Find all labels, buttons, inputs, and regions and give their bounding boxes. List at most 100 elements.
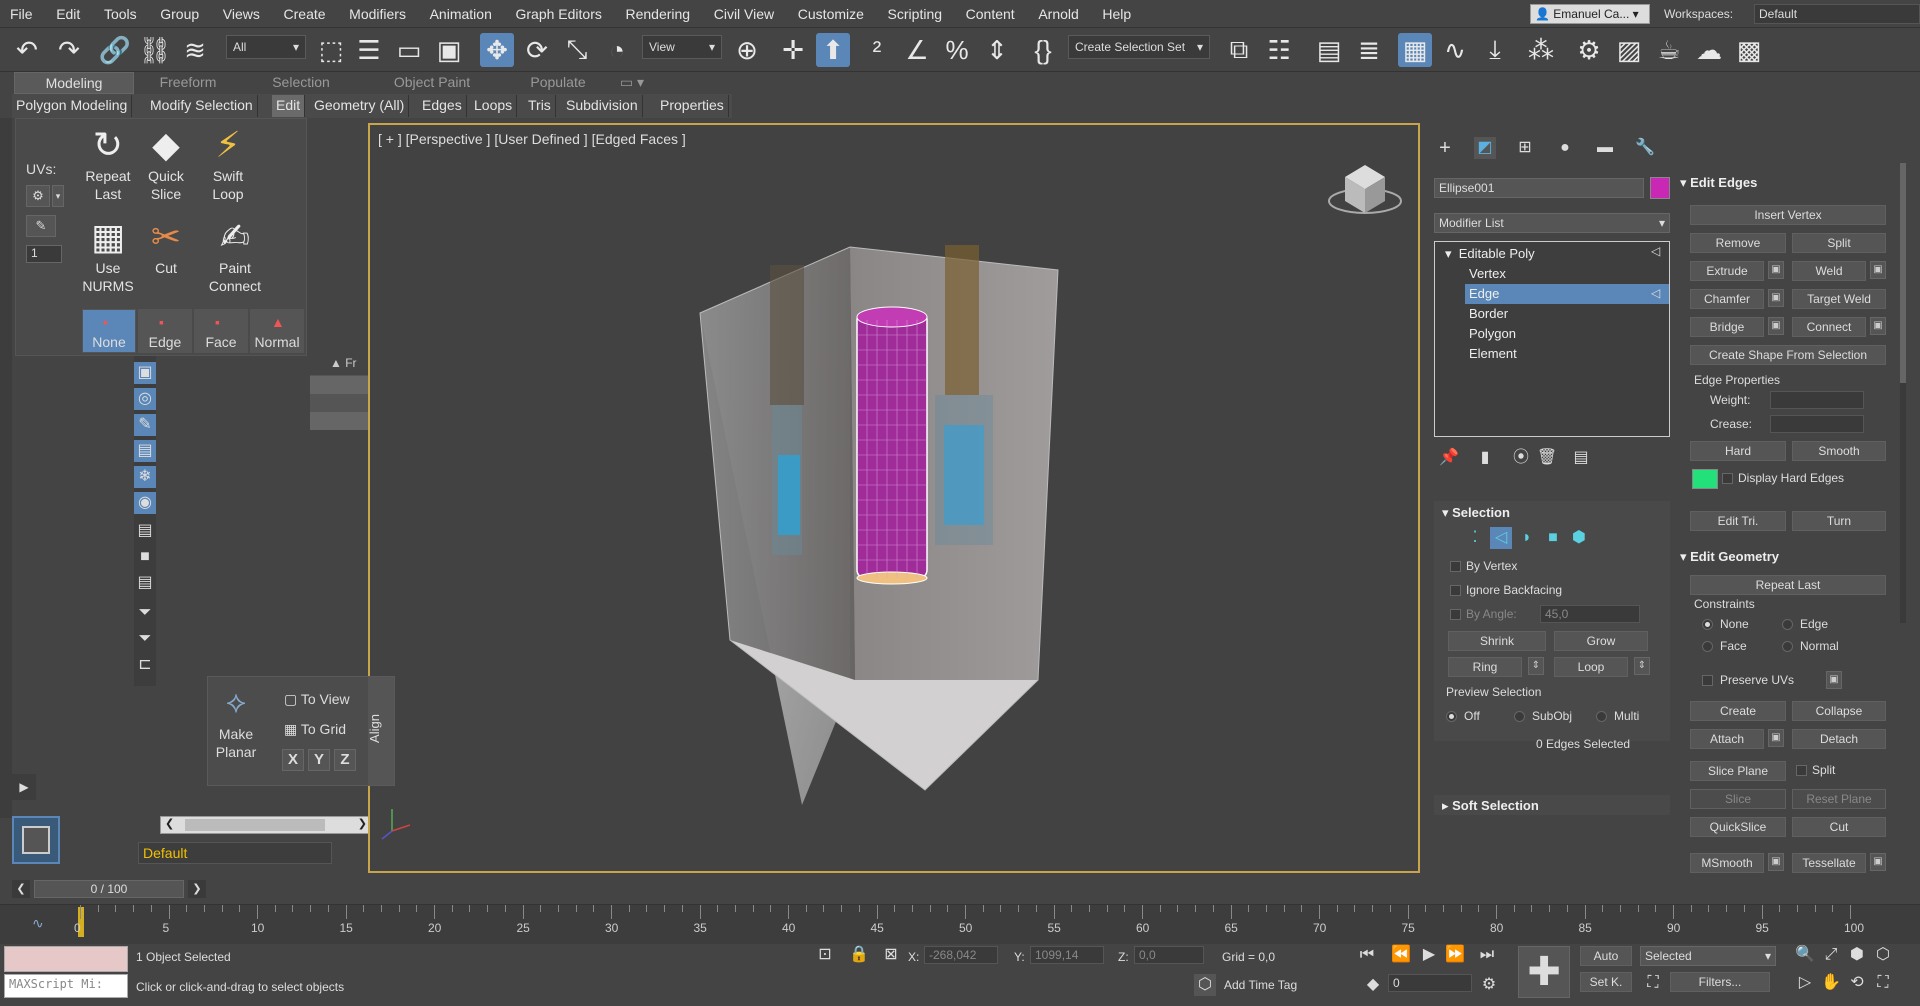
chamfer-button[interactable]: Chamfer [1690, 289, 1764, 309]
keyboard-shortcut-override-icon[interactable]: ⬆ [816, 33, 850, 67]
uv-tweak-icon[interactable]: ⚙ [26, 185, 50, 207]
align-z-button[interactable]: Z [334, 749, 356, 771]
menu-content[interactable]: Content [956, 0, 1025, 28]
weld-button[interactable]: Weld [1792, 261, 1866, 281]
utilities-tab-icon[interactable]: 🔧 [1634, 137, 1656, 159]
by-angle-checkbox[interactable] [1450, 609, 1461, 620]
select-object-icon[interactable]: ⬚ [314, 33, 348, 67]
stack-item-element[interactable]: Element [1469, 344, 1517, 364]
track-bar[interactable]: ∿ 0 5 10 15 20 25 30 35 40 45 50 55 60 65 70 75 80 85 90 95… [0, 904, 1920, 944]
scroll-right-icon[interactable]: ❯ [358, 817, 367, 830]
edit-geometry-title[interactable]: ▾ Edit Geometry [1680, 549, 1779, 565]
display-helpers-icon[interactable]: ❄ [134, 466, 156, 488]
pivot-center-icon[interactable]: ⊕ [730, 33, 764, 67]
column-header[interactable]: ▲ Fr [310, 356, 370, 376]
ribbon-toggle-icon[interactable]: ▦ [1398, 33, 1432, 67]
link-icon[interactable]: 🔗 [98, 33, 132, 67]
layer-explorer-icon[interactable]: ▤ [1312, 33, 1346, 67]
absolute-mode-icon[interactable]: ⊠ [880, 944, 902, 966]
msmooth-button[interactable]: MSmooth [1690, 853, 1764, 873]
soft-selection-rollout[interactable]: ▸ Soft Selection [1434, 795, 1670, 815]
snaps-toggle-icon[interactable]: ² [860, 33, 894, 67]
user-account-dropdown[interactable]: 👤 Emanuel Ca... ▾ [1530, 4, 1650, 24]
pin-stack-icon[interactable]: 📌 [1438, 447, 1460, 469]
stack-item-vertex[interactable]: Vertex [1469, 264, 1506, 284]
menu-views[interactable]: Views [213, 0, 270, 28]
connect-settings-icon[interactable]: ▣ [1870, 317, 1886, 335]
render-production-icon[interactable]: ☕ [1652, 33, 1686, 67]
maxscript-listener-top[interactable] [4, 946, 128, 972]
swift-loop-button[interactable]: ⚡ Swift Loop [200, 123, 256, 203]
weight-spinner[interactable] [1770, 391, 1864, 409]
curve-editor-icon[interactable]: ∿ [1438, 33, 1472, 67]
tessellate-settings-icon[interactable]: ▣ [1870, 853, 1886, 871]
uv-map-icon[interactable]: ✎ [26, 215, 56, 237]
scroll-thumb[interactable] [185, 819, 325, 831]
constraint-normal-button[interactable]: ▲ Normal [250, 309, 304, 353]
quick-slice-button[interactable]: ◆ Quick Slice [138, 123, 194, 203]
next-key-icon[interactable]: ⏩ [1444, 944, 1466, 966]
filter-icon[interactable]: ⏷ [134, 602, 156, 624]
scroll-left-icon[interactable]: ❮ [165, 817, 174, 830]
y-coord-field[interactable]: 1099,14 [1030, 946, 1104, 964]
workspace-dropdown[interactable]: Default [1754, 4, 1920, 24]
remove-button[interactable]: Remove [1690, 233, 1786, 253]
key-filter-dropdown[interactable]: Selected ▾ [1640, 946, 1776, 966]
display-none-icon[interactable]: ▤ [134, 520, 156, 542]
scene-row[interactable] [310, 376, 370, 394]
constraint-edge-button[interactable]: ▪ Edge [138, 309, 192, 353]
menu-graph-editors[interactable]: Graph Editors [505, 0, 611, 28]
panel-tab-polygon-modeling[interactable]: Polygon Modeling [12, 95, 133, 117]
percent-snap-icon[interactable]: % [940, 33, 974, 67]
display-hidden-icon[interactable]: ◉ [134, 492, 156, 514]
render-setup-icon[interactable]: ⚙ [1572, 33, 1606, 67]
menu-arnold[interactable]: Arnold [1028, 0, 1088, 28]
add-time-tag-label[interactable]: Add Time Tag [1224, 978, 1297, 992]
set-key-big-icon[interactable]: ✚ [1518, 946, 1570, 998]
menu-create[interactable]: Create [274, 0, 336, 28]
pan-hand-icon[interactable]: ✋ [1820, 972, 1842, 994]
turn-button[interactable]: Turn [1792, 511, 1886, 531]
menu-rendering[interactable]: Rendering [615, 0, 700, 28]
go-to-start-icon[interactable]: ⏮ [1356, 944, 1378, 966]
object-name-field[interactable]: Ellipse001 [1434, 178, 1644, 198]
render-cloud-icon[interactable]: ☁ [1692, 33, 1726, 67]
hard-edge-color-swatch[interactable] [1692, 469, 1718, 489]
display-cameras-icon[interactable]: ▤ [134, 440, 156, 462]
orbit-icon[interactable]: ⟲ [1846, 972, 1868, 994]
spinner-snap-icon[interactable]: ⇕ [980, 33, 1014, 67]
preview-off-radio[interactable] [1446, 711, 1457, 722]
remove-modifier-icon[interactable]: 🗑 [1536, 447, 1558, 469]
insert-vertex-button[interactable]: Insert Vertex [1690, 205, 1886, 225]
display-all-icon[interactable]: ■ [134, 546, 156, 568]
target-weld-button[interactable]: Target Weld [1792, 289, 1886, 309]
selection-filter-dropdown[interactable]: All ▾ [226, 35, 306, 59]
edit-named-selection-icon[interactable]: {} [1026, 33, 1060, 67]
move-icon[interactable]: ✥ [480, 33, 514, 67]
viewcube[interactable] [1328, 165, 1402, 214]
display-geometry-icon[interactable]: ▣ [134, 362, 156, 384]
paint-connect-button[interactable]: ✍ Paint Connect [202, 215, 268, 295]
polygon-mode-icon[interactable]: ■ [1542, 527, 1564, 549]
stack-item-edge[interactable]: Edge [1465, 284, 1669, 304]
field-of-view-icon[interactable]: ▷ [1794, 972, 1816, 994]
cut-panel-button[interactable]: Cut [1792, 817, 1886, 837]
panel-tab-loops[interactable]: Loops [470, 95, 518, 117]
zoom-icon[interactable]: 🔍 [1794, 944, 1816, 966]
constraint-face-radio[interactable] [1702, 641, 1713, 652]
preview-subobj-radio[interactable] [1514, 711, 1525, 722]
viewport-layout-icon[interactable] [12, 816, 60, 864]
preserve-uvs-settings-icon[interactable]: ▣ [1826, 671, 1842, 689]
menu-civil-view[interactable]: Civil View [704, 0, 784, 28]
grow-button[interactable]: Grow [1554, 631, 1648, 651]
align-x-button[interactable]: X [282, 749, 304, 771]
bind-space-warp-icon[interactable]: ≋ [178, 33, 212, 67]
expand-panel-icon[interactable]: ▶ [12, 774, 36, 800]
uv-channel-spinner[interactable]: 1 [26, 245, 62, 263]
align-y-button[interactable]: Y [308, 749, 330, 771]
menu-customize[interactable]: Customize [788, 0, 874, 28]
time-slider[interactable]: 0 / 100 [34, 880, 184, 898]
invert-display-icon[interactable]: ▤ [134, 572, 156, 594]
selection-lock-icon[interactable]: 🔒 [848, 944, 870, 966]
to-grid-button[interactable]: ▦ To Grid [284, 721, 346, 738]
